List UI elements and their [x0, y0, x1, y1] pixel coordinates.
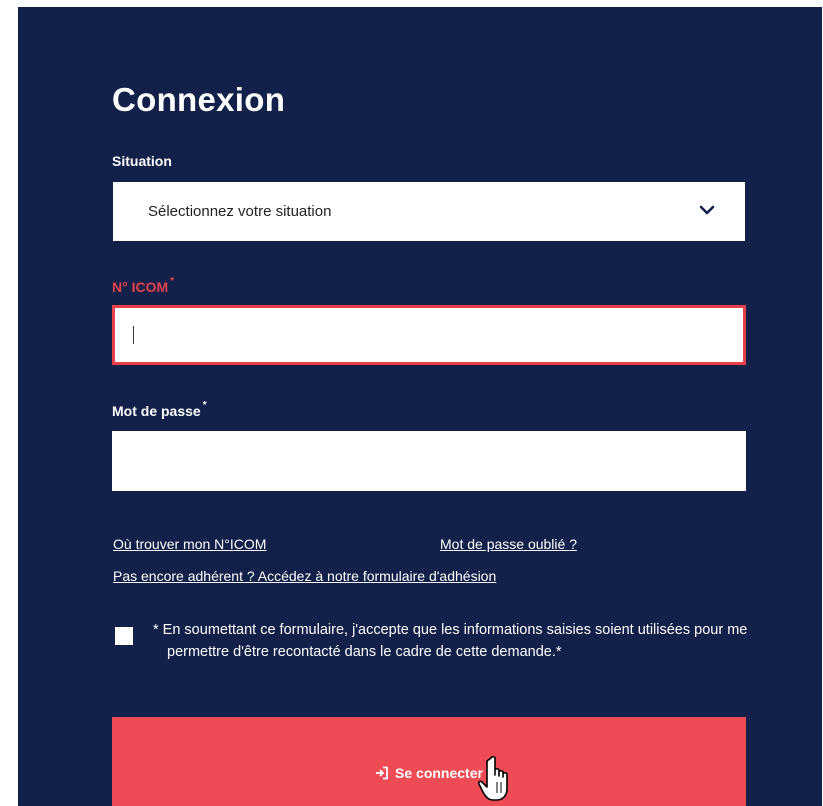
login-button[interactable]: Se connecter [112, 717, 746, 806]
chevron-down-icon [699, 205, 715, 215]
login-button-content: Se connecter [375, 765, 483, 781]
hand-cursor-icon [477, 756, 508, 801]
forgot-password-link[interactable]: Mot de passe oublié ? [440, 536, 577, 552]
login-icon [376, 766, 388, 780]
consent-text: * En soumettant ce formulaire, j'accepte… [153, 622, 748, 660]
login-panel: Connexion Situation Sélectionnez votre s… [18, 7, 822, 806]
icom-required-mark: * [170, 276, 175, 287]
password-required-mark: * [202, 400, 207, 411]
password-input[interactable] [112, 431, 746, 491]
password-label-text: Mot de passe [112, 403, 201, 419]
icom-input[interactable] [112, 305, 746, 365]
situation-select-value: Sélectionnez votre situation [148, 203, 332, 220]
page-title: Connexion [112, 81, 286, 118]
register-link[interactable]: Pas encore adhérent ? Accédez à notre fo… [113, 568, 496, 584]
situation-select[interactable]: Sélectionnez votre situation [113, 182, 745, 241]
login-button-label: Se connecter [395, 765, 483, 781]
find-icom-link[interactable]: Où trouver mon N°ICOM [113, 536, 266, 552]
text-caret [133, 326, 134, 344]
icom-label: N° ICOM * [112, 276, 175, 295]
situation-label: Situation [112, 153, 172, 169]
consent-checkbox[interactable] [115, 627, 133, 645]
icom-label-text: N° ICOM [112, 279, 169, 295]
password-label: Mot de passe * [112, 400, 207, 419]
